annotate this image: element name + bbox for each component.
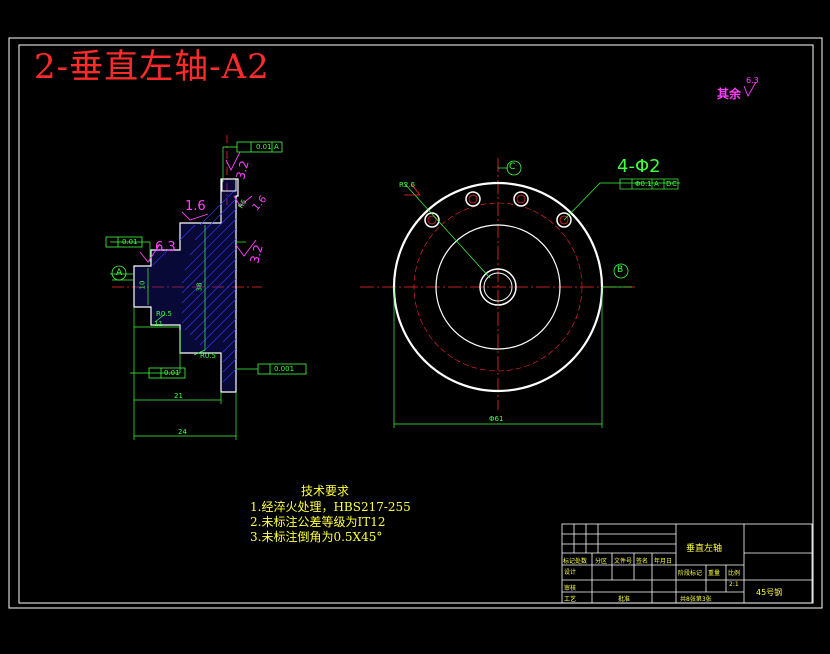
roughness-note-label: 其余 (717, 87, 742, 101)
dim-24: 24 (178, 428, 187, 436)
position-tol-datum-1: A (654, 180, 659, 188)
title-block-part-name: 垂直左轴 (686, 544, 723, 554)
rev-header-3: 文件号 (614, 558, 633, 565)
datum-c-label: C (509, 162, 516, 172)
tolerance-bottom-value: 0.01 (164, 369, 180, 377)
tolerance-right-value: 0.001 (274, 365, 295, 373)
outer-frame (8, 37, 823, 609)
roughness-label-2: 6.3 (155, 240, 176, 255)
tolerance-top-datum: A (274, 143, 279, 151)
tech-req-item-2: 2.未标注公差等级为IT12 (250, 515, 386, 529)
position-tol-datum-2: D (666, 180, 672, 188)
front-view (360, 158, 680, 428)
tech-req-item-3: 3.未标注倒角为0.5X45° (250, 530, 383, 544)
row-label-review: 审核 (564, 585, 577, 592)
row-label-design: 设计 (564, 569, 577, 576)
row-label-process: 工艺 (564, 596, 577, 603)
dim-r05-left: R0.5 (156, 310, 172, 318)
roughness-label-1: 1.6 (185, 199, 206, 214)
row-label-approve: 批准 (618, 596, 631, 603)
section-view (105, 135, 307, 440)
dim-38: 38 (195, 282, 204, 292)
title-block-scale: 2:1 (729, 581, 739, 588)
datum-b-label: B (617, 265, 624, 275)
general-roughness-note: 其余 (717, 83, 741, 102)
drawing-title: 2-垂直左轴-A2 (34, 47, 270, 87)
position-tol-value: Φ0.1 (635, 180, 652, 188)
drawing-canvas (8, 37, 823, 609)
datum-a-label: A (116, 268, 123, 278)
hole-callout: 4-Φ2 (617, 156, 661, 177)
inner-frame (18, 44, 814, 604)
tolerance-top-value: 0.01 (256, 143, 272, 151)
stage-header-2: 重量 (708, 570, 721, 577)
rev-header-2: 分区 (595, 558, 608, 565)
radius-label: R2.6 (399, 181, 415, 189)
dim-10: 10 (138, 280, 147, 290)
rev-header-5: 年月日 (654, 558, 673, 565)
tech-req-item-1: 1.经淬火处理，HBS217-255 (250, 500, 411, 514)
dim-21: 21 (174, 392, 183, 400)
tech-req-heading: 技术要求 (301, 484, 350, 498)
stage-header-3: 比例 (728, 570, 741, 577)
rev-header-4: 签名 (636, 558, 649, 565)
dim-11: 11 (154, 320, 163, 328)
tolerance-left-value: 0.01 (122, 238, 138, 246)
title-block-material: 45号钢 (756, 588, 783, 597)
position-tol-datum-3: C (672, 180, 677, 188)
diameter-label: Φ61 (489, 415, 504, 423)
title-block-sheet: 共8张第3张 (680, 596, 712, 603)
dim-r05-bottom: R0.5 (200, 352, 216, 360)
rev-header-1: 标记处数 (563, 558, 588, 565)
stage-header-1: 阶段标记 (678, 570, 703, 577)
roughness-note-value: 6.3 (746, 76, 759, 85)
